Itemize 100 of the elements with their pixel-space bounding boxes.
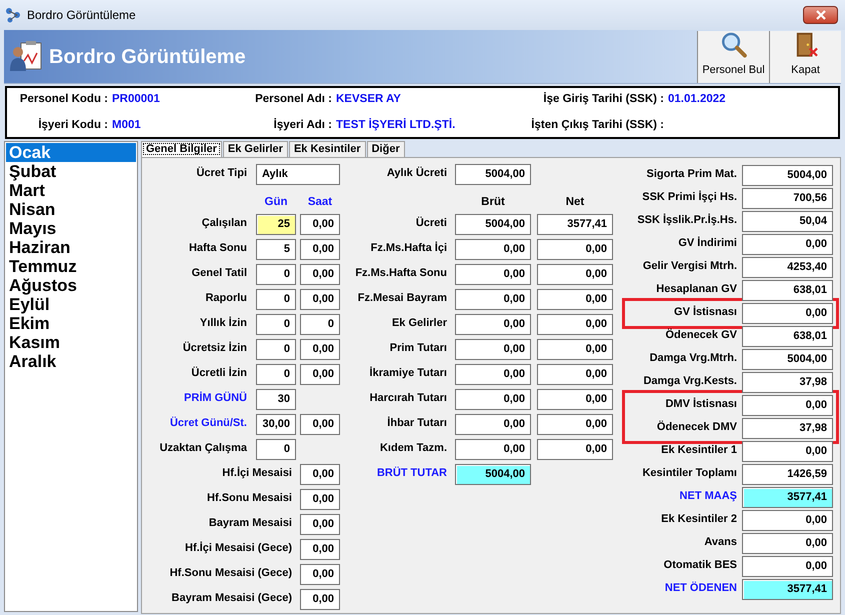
value-field[interactable]: 25 [256,214,296,235]
field-label: Ek Gelirler [390,316,448,331]
value-field[interactable]: 5004,00 [742,165,833,186]
value-field[interactable]: 1426,59 [742,464,833,485]
search-button[interactable]: Personel Bul [697,30,769,82]
value-field[interactable]: 0,00 [300,264,340,285]
tab[interactable]: Ek Kesintiler [288,141,366,157]
value-field[interactable]: 30,00 [256,414,296,435]
value-field[interactable]: 0,00 [537,264,613,285]
value-field[interactable]: 0,00 [455,239,531,260]
field-label: Fz.Ms.Hafta Sonu [354,266,448,281]
value-field[interactable]: 0 [256,314,296,335]
value-field[interactable]: 30 [256,389,296,410]
value-field[interactable]: 3577,41 [742,579,833,600]
value-field[interactable]: 700,56 [742,188,833,209]
value-field[interactable]: 0 [300,314,340,335]
field-label: GV İstisnası [673,304,738,320]
field-label: Avans [703,535,738,550]
value-field[interactable]: 50,04 [742,211,833,232]
value-field[interactable]: 0,00 [742,533,833,554]
value-field[interactable]: 0,00 [537,414,613,435]
value-field[interactable]: 0,00 [455,339,531,360]
value-field[interactable]: 5004,00 [455,164,531,185]
value-field[interactable]: 0,00 [300,539,340,560]
value-field[interactable]: 0,00 [455,389,531,410]
column-header: Saat [306,194,334,210]
value-field[interactable]: 0,00 [300,339,340,360]
month-item[interactable]: Temmuz [6,257,136,276]
value-field[interactable]: 0,00 [742,303,833,324]
value-field[interactable]: 3577,41 [742,487,833,508]
value-field[interactable]: 0,00 [300,289,340,310]
value-field[interactable]: 0,00 [455,414,531,435]
value-field[interactable]: 0 [256,364,296,385]
value-field[interactable]: 0 [256,289,296,310]
value-field[interactable]: 0,00 [537,289,613,310]
value-field[interactable]: 0,00 [455,439,531,460]
value-field[interactable]: 4253,40 [742,257,833,278]
value-field[interactable]: 0,00 [300,489,340,510]
value-field[interactable]: 0,00 [300,514,340,535]
value-field[interactable]: 638,01 [742,326,833,347]
tab[interactable]: Genel Bilgiler [141,141,222,157]
value-field[interactable]: 0,00 [742,556,833,577]
value-field[interactable]: 0,00 [300,239,340,260]
value-field[interactable]: 0,00 [742,441,833,462]
value-field[interactable]: 37,98 [742,418,833,439]
value-field[interactable]: 0,00 [537,239,613,260]
month-item[interactable]: Kasım [6,333,136,352]
field-label: Kesintiler Toplamı [641,466,738,481]
month-item[interactable]: Nisan [6,200,136,219]
month-item[interactable]: Ekim [6,314,136,333]
close-button[interactable]: Kapat [769,30,841,82]
month-item[interactable]: Ağustos [6,276,136,295]
value-field[interactable]: 37,98 [742,372,833,393]
value-field[interactable]: 0 [256,439,296,460]
value-field[interactable]: 0 [256,339,296,360]
field-label: Personel Adı : [254,92,332,107]
value-field[interactable]: 5 [256,239,296,260]
value-field[interactable]: 0 [256,264,296,285]
value-field[interactable]: 0,00 [537,364,613,385]
value-field[interactable]: 0,00 [455,289,531,310]
value-field[interactable]: 0,00 [455,264,531,285]
field-label: İşe Giriş Tarihi (SSK) : [542,91,664,107]
value-field[interactable]: 5004,00 [742,349,833,370]
value-field[interactable]: 0,00 [300,464,340,485]
value-field[interactable]: 3577,41 [537,214,613,235]
month-item[interactable]: Ocak [6,143,136,162]
tab[interactable]: Ek Gelirler [222,141,288,157]
value-field[interactable]: 0,00 [455,364,531,385]
window-title: Bordro Görüntüleme [27,7,137,24]
value-field[interactable]: 0,00 [537,314,613,335]
value-field[interactable]: 5004,00 [455,214,531,235]
value-field[interactable]: 638,01 [742,280,833,301]
value-field[interactable]: Aylık [256,164,340,185]
value-field[interactable]: 0,00 [300,364,340,385]
value-field[interactable]: 0,00 [742,510,833,531]
field-value: PR00001 [112,92,161,107]
value-field[interactable]: 0,00 [300,214,340,235]
month-item[interactable]: Haziran [6,238,136,257]
value-field[interactable]: 0,00 [537,339,613,360]
month-item[interactable]: Şubat [6,162,136,181]
month-item[interactable]: Aralık [6,352,136,371]
field-label: Sigorta Prim Mat. [646,167,738,182]
field-label: Fz.Ms.Hafta İçi [370,240,448,256]
close-button[interactable] [803,6,838,24]
field-value: TEST İŞYERİ LTD.ŞTİ. [336,117,456,133]
field-label: Yıllık İzin [198,316,248,331]
value-field[interactable]: 0,00 [537,389,613,410]
value-field[interactable]: 0,00 [300,414,340,435]
value-field[interactable]: 0,00 [742,395,833,416]
value-field[interactable]: 0,00 [742,234,833,255]
month-item[interactable]: Mart [6,181,136,200]
value-field[interactable]: 0,00 [300,564,340,585]
month-item[interactable]: Mayıs [6,219,136,238]
field-label: İşyeri Kodu : [37,117,108,133]
value-field[interactable]: 5004,00 [455,464,531,485]
value-field[interactable]: 0,00 [455,314,531,335]
tab[interactable]: Diğer [366,141,405,157]
value-field[interactable]: 0,00 [537,439,613,460]
value-field[interactable]: 0,00 [300,589,340,610]
month-item[interactable]: Eylül [6,295,136,314]
